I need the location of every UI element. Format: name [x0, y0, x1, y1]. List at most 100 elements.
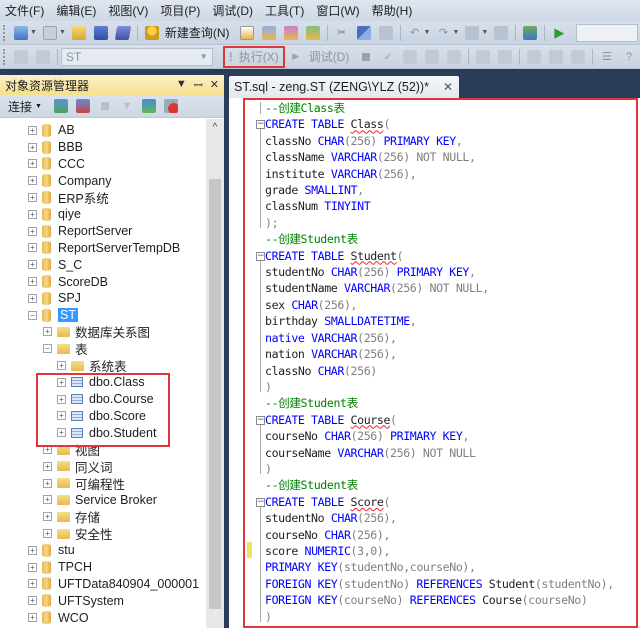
open-file-icon[interactable] — [71, 25, 87, 41]
available-databases-dropdown[interactable]: ST ▼ — [60, 47, 213, 66]
menu-debug[interactable]: 调试(D) — [209, 2, 262, 19]
tree-node-db[interactable]: + CCC — [0, 156, 206, 173]
menu-project[interactable]: 项目(P) — [157, 2, 209, 19]
scroll-up-icon[interactable]: ^ — [206, 119, 224, 137]
add-item-icon[interactable] — [42, 25, 58, 41]
undo-icon[interactable]: ↶ — [407, 25, 423, 41]
expand-icon[interactable]: + — [43, 461, 52, 471]
expand-icon[interactable]: + — [28, 260, 37, 270]
tree-node-db[interactable]: + UFTSystem — [0, 592, 206, 609]
dmx-query-icon[interactable] — [283, 25, 299, 41]
display-plan-icon[interactable] — [402, 49, 418, 65]
chevron-down-icon[interactable]: ▼ — [481, 29, 488, 36]
menu-window[interactable]: 窗口(W) — [313, 2, 368, 19]
expand-icon[interactable]: + — [28, 579, 37, 589]
include-plan-icon[interactable] — [475, 49, 491, 65]
expand-icon[interactable]: + — [28, 176, 37, 186]
results-to-file-icon[interactable] — [570, 49, 586, 65]
activity-monitor-icon[interactable] — [522, 25, 538, 41]
tree-node-db[interactable]: + TPCH — [0, 559, 206, 576]
cut-icon[interactable]: ✂ — [334, 25, 350, 41]
expand-icon[interactable]: + — [28, 209, 37, 219]
new-query-button[interactable]: 新建查询(N) — [165, 24, 230, 41]
find-box[interactable] — [576, 23, 639, 42]
expand-icon[interactable]: + — [28, 159, 37, 169]
execute-button[interactable]: ! 执行(X) — [222, 45, 285, 68]
menu-edit[interactable]: 编辑(E) — [53, 2, 105, 19]
expand-icon[interactable]: + — [28, 142, 37, 152]
tree-node-folder[interactable]: + 存储 — [0, 508, 206, 525]
query-designer-icon[interactable] — [424, 49, 440, 65]
tree-node-db[interactable]: − ST — [0, 307, 206, 324]
chevron-down-icon[interactable]: ▼ — [424, 29, 431, 36]
tree-node-db[interactable]: + ERP系统 — [0, 189, 206, 206]
tree-node-db[interactable]: + stu — [0, 542, 206, 559]
toolbar-grip[interactable] — [3, 48, 6, 65]
expand-icon[interactable]: + — [28, 545, 37, 555]
client-statistics-icon[interactable] — [497, 49, 513, 65]
expand-icon[interactable]: + — [43, 327, 52, 337]
chevron-down-icon[interactable]: ▼ — [30, 29, 37, 36]
tree-node-db[interactable]: + ScoreDB — [0, 273, 206, 290]
xmla-query-icon[interactable] — [305, 25, 321, 41]
menu-tools[interactable]: 工具(T) — [262, 2, 313, 19]
comment-icon[interactable]: ☰ — [599, 49, 615, 65]
tree-node-db[interactable]: + AB — [0, 122, 206, 139]
expand-icon[interactable]: + — [28, 226, 37, 236]
tree-node-db[interactable]: + SPJ — [0, 290, 206, 307]
database-engine-query-icon[interactable] — [239, 25, 255, 41]
tree-node-folder[interactable]: + 安全性 — [0, 525, 206, 542]
copy-icon[interactable] — [356, 25, 372, 41]
connect-dropdown-button[interactable]: 连接 ▼ — [8, 98, 42, 115]
save-all-icon[interactable] — [114, 25, 132, 41]
activity-monitor-icon[interactable] — [163, 98, 179, 114]
expand-icon[interactable]: + — [28, 293, 37, 303]
mdx-query-icon[interactable] — [261, 25, 277, 41]
parse-icon[interactable]: ✓ — [380, 49, 396, 65]
tree-node-folder[interactable]: + 同义词 — [0, 458, 206, 475]
navigate-forward-icon[interactable] — [493, 25, 509, 41]
expand-icon[interactable]: + — [28, 562, 37, 572]
debug-play-icon[interactable]: ▶ — [288, 49, 304, 65]
navigate-backward-icon[interactable] — [464, 25, 480, 41]
connect-object-explorer-icon[interactable] — [53, 98, 69, 114]
save-icon[interactable] — [93, 25, 109, 41]
collapse-icon[interactable]: − — [43, 344, 52, 354]
expand-icon[interactable]: + — [28, 243, 37, 253]
results-to-grid-icon[interactable] — [548, 49, 564, 65]
tree-node-folder[interactable]: + Service Broker — [0, 492, 206, 509]
expand-icon[interactable]: + — [28, 125, 37, 135]
tree-node-db[interactable]: + WCO — [0, 609, 206, 626]
cancel-query-icon[interactable] — [358, 49, 374, 65]
expand-icon[interactable]: + — [43, 478, 52, 488]
specify-values-icon[interactable] — [446, 49, 462, 65]
close-tab-icon[interactable]: ✕ — [443, 80, 453, 94]
tree-node-db[interactable]: + S_C — [0, 256, 206, 273]
tab-st-sql[interactable]: ST.sql - zeng.ST (ZENG\YLZ (52))* ✕ — [229, 76, 460, 98]
chevron-down-icon[interactable]: ▼ — [59, 29, 66, 36]
start-debugging-icon[interactable]: ▶ — [551, 25, 567, 41]
tree-node-db[interactable]: + qiye — [0, 206, 206, 223]
change-connection-icon[interactable] — [35, 49, 51, 65]
tree-node-folder[interactable]: + 系统表 — [0, 357, 206, 374]
debug-button[interactable]: 调试(D) — [309, 48, 350, 65]
refresh-icon[interactable] — [141, 98, 157, 114]
pin-icon[interactable]: ꟷ — [194, 78, 203, 93]
expand-icon[interactable]: + — [43, 512, 52, 522]
menu-file[interactable]: 文件(F) — [2, 2, 53, 19]
uncomment-icon[interactable]: ? — [621, 49, 637, 65]
tree-node-folder[interactable]: + 可编程性 — [0, 475, 206, 492]
expand-icon[interactable]: + — [28, 193, 37, 203]
redo-icon[interactable]: ↷ — [435, 25, 451, 41]
stop-icon[interactable] — [97, 98, 113, 114]
toolbar-grip[interactable] — [3, 24, 6, 41]
expand-icon[interactable]: + — [43, 495, 52, 505]
connect-icon[interactable] — [13, 49, 29, 65]
expand-icon[interactable]: + — [28, 613, 37, 622]
sql-editor[interactable]: − − − − --创建Class表 CREATE TABLE Class(classN… — [229, 98, 640, 628]
expand-icon[interactable]: + — [57, 361, 66, 371]
disconnect-icon[interactable] — [75, 98, 91, 114]
paste-icon[interactable] — [378, 25, 394, 41]
results-to-text-icon[interactable] — [526, 49, 542, 65]
window-position-dropdown-icon[interactable]: ▼ — [176, 78, 187, 93]
